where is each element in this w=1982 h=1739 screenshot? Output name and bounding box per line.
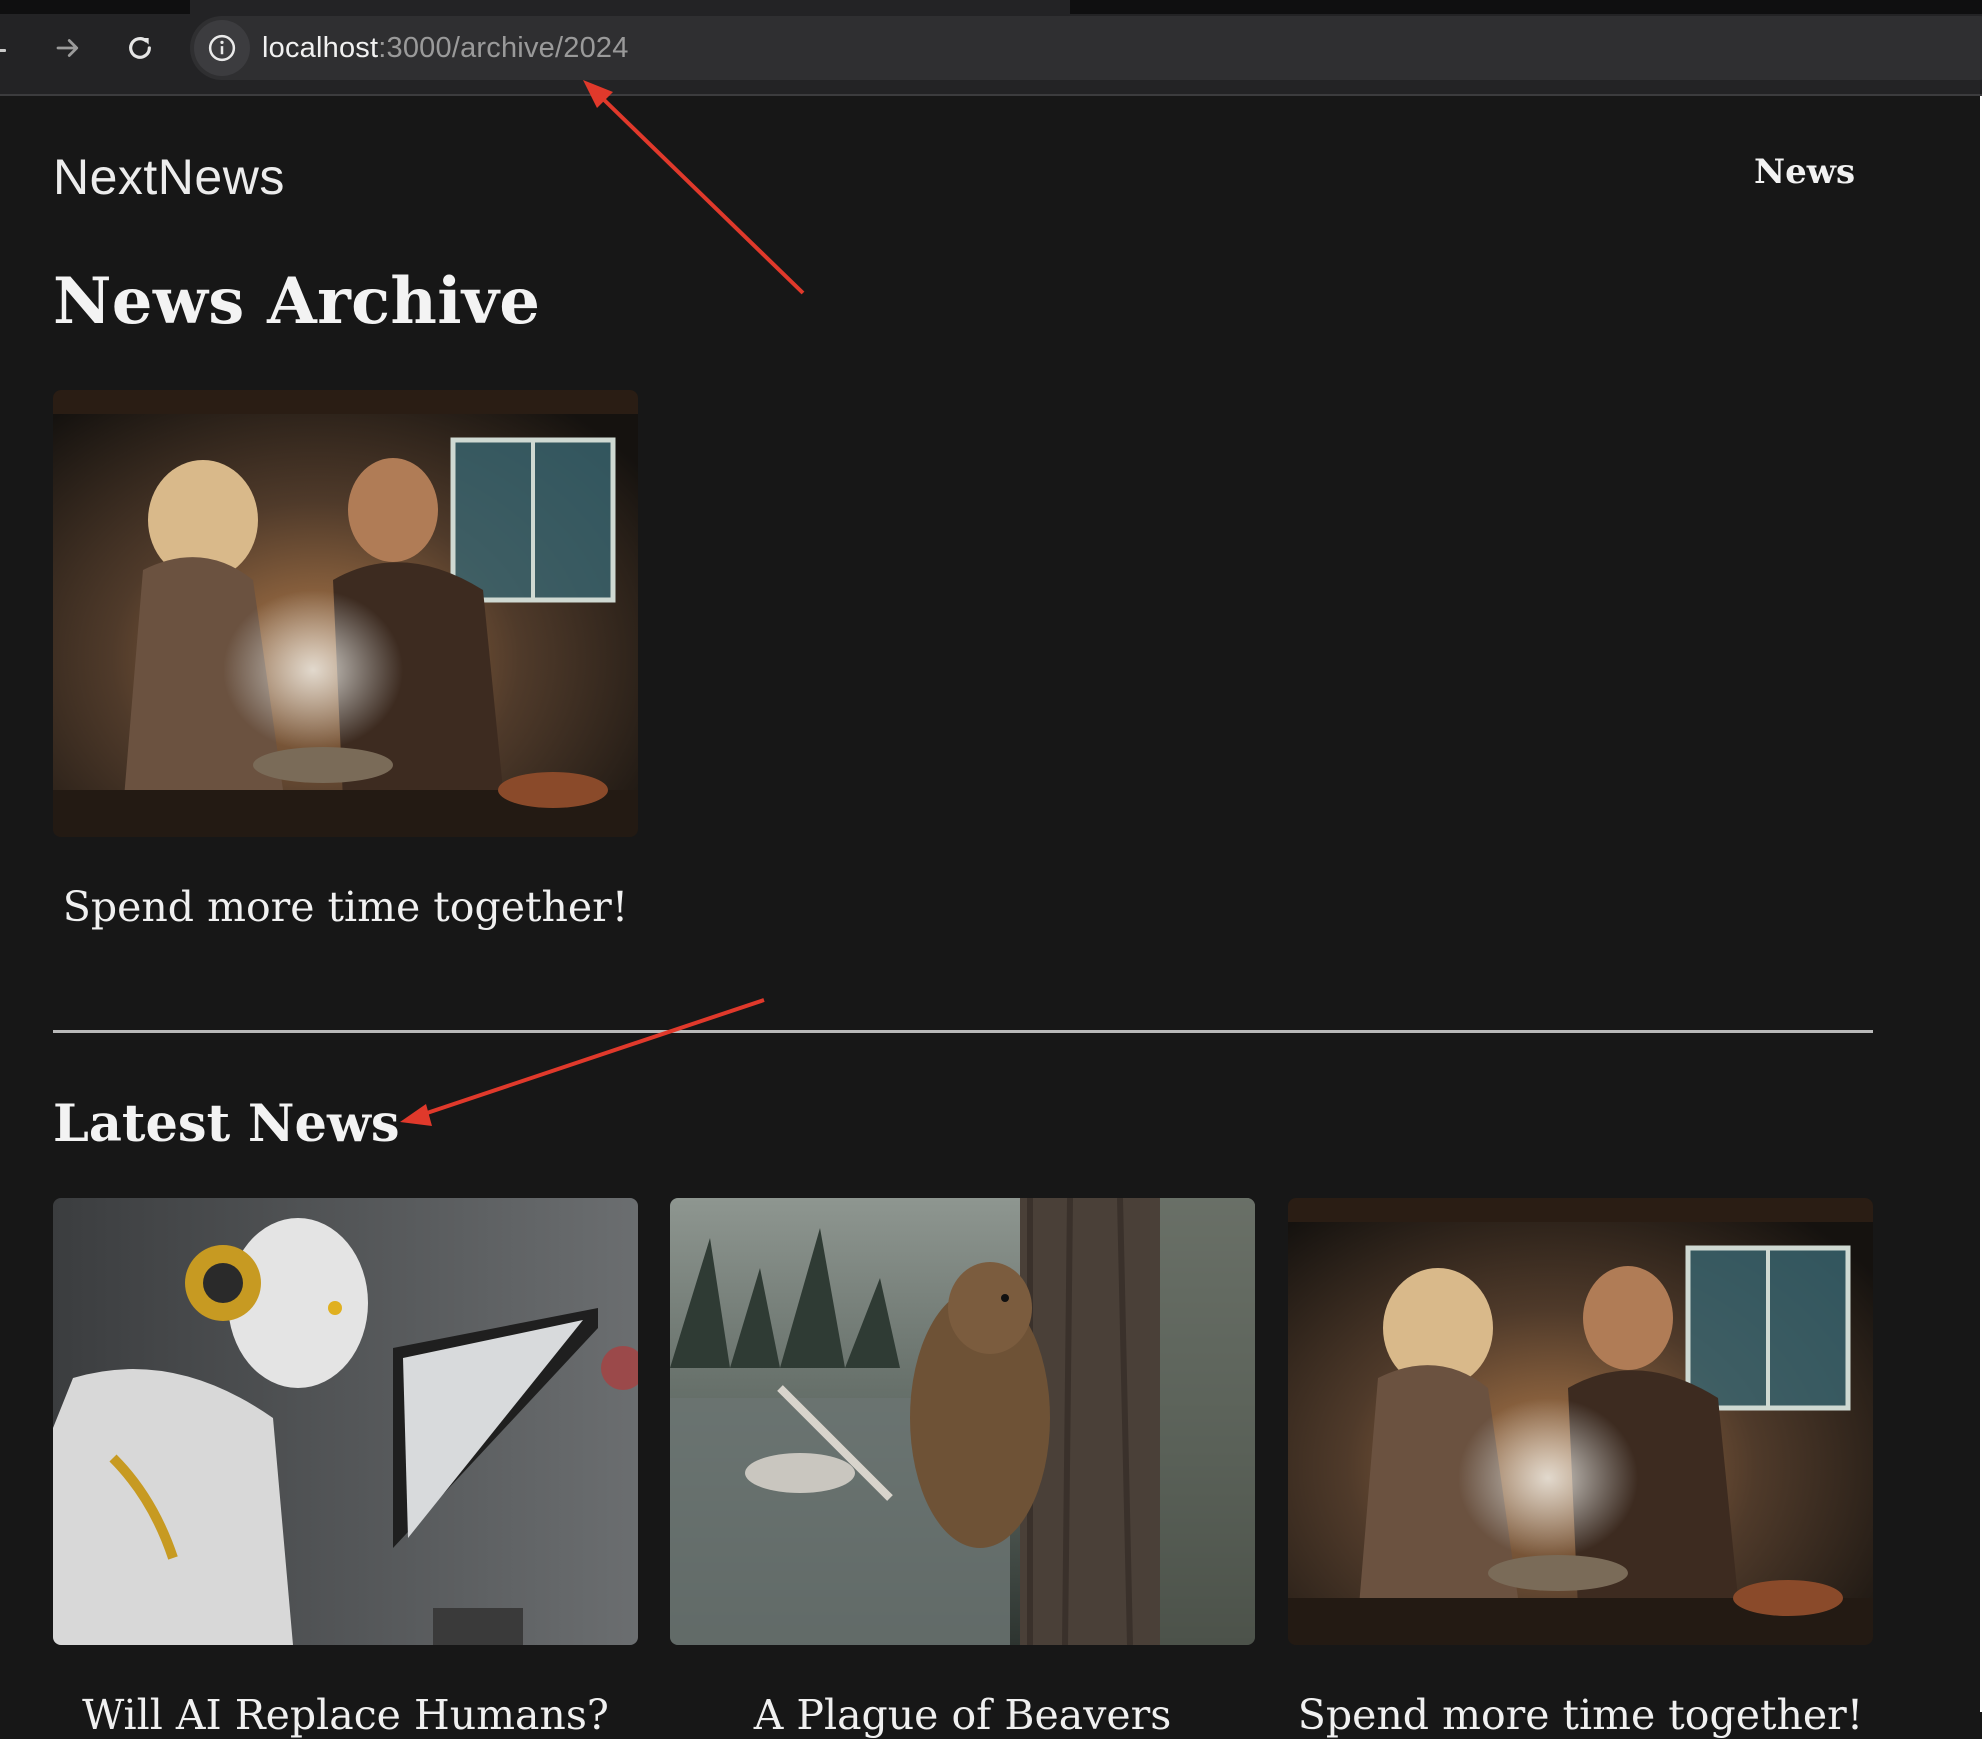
latest-news-card-together[interactable]: Spend more time together! [1288,1198,1873,1739]
url-path: :3000/archive/2024 [378,31,629,64]
archive-news-card[interactable]: Spend more time together! [53,390,638,931]
news-image-cooking-couple[interactable] [1288,1198,1873,1645]
info-icon[interactable] [194,20,250,76]
news-image-beaver[interactable] [670,1198,1255,1645]
section-divider [53,1030,1873,1033]
news-title[interactable]: A Plague of Beavers [670,1691,1255,1739]
news-title[interactable]: Spend more time together! [1288,1691,1873,1739]
news-image-cooking-couple[interactable] [53,390,638,837]
latest-news-heading: Latest News [53,1094,400,1154]
news-title[interactable]: Spend more time together! [53,883,638,931]
news-title[interactable]: Will AI Replace Humans? [53,1691,638,1739]
url-text[interactable]: localhost:3000/archive/2024 [262,32,629,65]
latest-news-card-beavers[interactable]: A Plague of Beavers [670,1198,1255,1739]
cooking-couple-image [53,390,638,837]
browser-toolbar: localhost:3000/archive/2024 [0,0,1982,96]
beaver-tree-image [670,1198,1255,1645]
news-image-robot[interactable] [53,1198,638,1645]
forward-arrow-icon[interactable] [44,24,92,72]
active-tab[interactable] [190,0,1070,14]
site-logo[interactable]: NextNews [53,148,285,206]
cooking-couple-image [1288,1198,1873,1645]
address-bar[interactable]: localhost:3000/archive/2024 [190,16,1982,80]
nav-link-news[interactable]: News [1754,152,1855,192]
page-title: News Archive [53,264,541,339]
reload-icon[interactable] [116,24,164,72]
latest-news-card-ai[interactable]: Will AI Replace Humans? [53,1198,638,1739]
page-content: NextNews News News Archive Spend more ti… [0,96,1982,1739]
robot-tablet-image [53,1198,638,1645]
url-host: localhost [262,31,379,64]
back-arrow-icon[interactable] [0,38,12,62]
